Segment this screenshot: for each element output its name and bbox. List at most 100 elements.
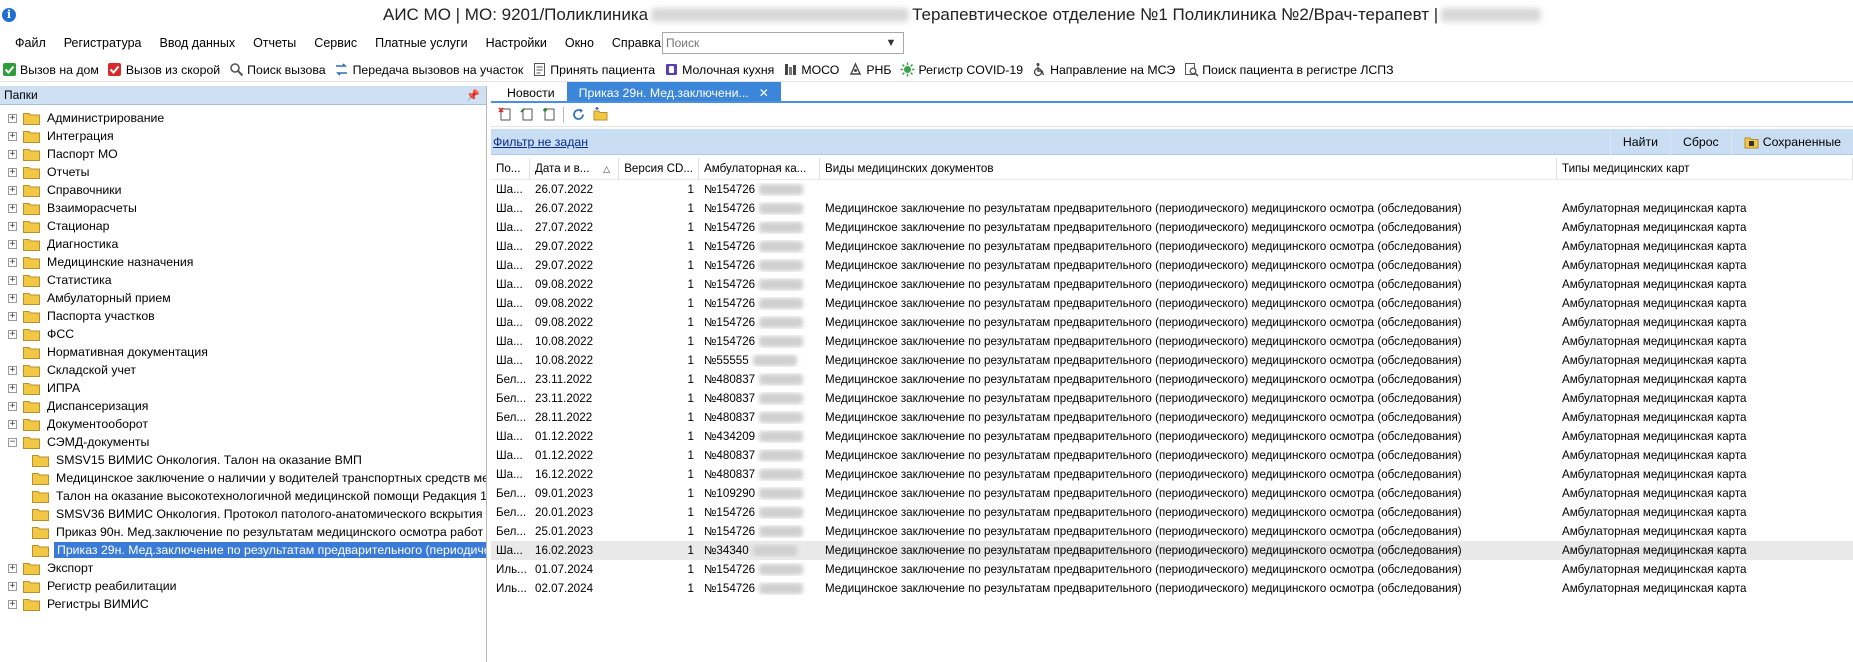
export-folder-icon[interactable] <box>592 107 608 123</box>
tree-item[interactable]: + Регистры ВИМИС <box>0 595 486 613</box>
tree-item[interactable]: + Регистр реабилитации <box>0 577 486 595</box>
tree-item[interactable]: + Статистика <box>0 271 486 289</box>
expand-icon[interactable]: + <box>8 365 17 375</box>
menu-service[interactable]: Сервис <box>305 36 366 50</box>
table-row[interactable]: Ша... 16.02.2023 1 №34340 Медицинское заключ… <box>491 541 1853 560</box>
column-header-version[interactable]: Версия CD... <box>619 157 699 180</box>
expand-icon[interactable]: + <box>8 203 17 213</box>
add-document-icon[interactable] <box>541 107 557 123</box>
tree-item[interactable]: SMSV15 ВИМИС Онкология. Талон на оказани… <box>0 451 486 469</box>
saved-filters-button[interactable]: Сохраненные <box>1730 129 1853 155</box>
tree-item[interactable]: Приказ 29н. Мед.заключение по результата… <box>0 541 486 559</box>
table-row[interactable]: Иль... 01.07.2024 1 №154726 Медицинское закл… <box>491 560 1853 579</box>
close-icon[interactable]: ✕ <box>759 86 769 100</box>
tree-item[interactable]: − СЭМД-документы <box>0 433 486 451</box>
tree-item[interactable]: + ФСС <box>0 325 486 343</box>
expand-icon[interactable]: + <box>8 185 17 195</box>
table-row[interactable]: Ша... 29.07.2022 1 №154726 Медицинское заклю… <box>491 256 1853 275</box>
table-row[interactable]: Ша... 16.12.2022 1 №480837 Медицинское заклю… <box>491 465 1853 484</box>
table-row[interactable]: Ша... 27.07.2022 1 №154726 Медицинское заклю… <box>491 218 1853 237</box>
tree-item[interactable]: + Диагностика <box>0 235 486 253</box>
tree-item[interactable]: + Складской учет <box>0 361 486 379</box>
search-input[interactable] <box>663 34 881 52</box>
rnb-button[interactable]: РНБ <box>847 62 891 78</box>
tree-item[interactable]: + Интеграция <box>0 127 486 145</box>
menu-reports[interactable]: Отчеты <box>244 36 305 50</box>
search-call-button[interactable]: Поиск вызова <box>228 62 326 78</box>
expand-icon[interactable]: + <box>8 329 17 339</box>
search-combobox[interactable]: ▼ <box>662 32 904 54</box>
table-row[interactable]: Ша... 09.08.2022 1 №154726 Медицинское заклю… <box>491 313 1853 332</box>
expand-icon[interactable]: + <box>8 221 17 231</box>
table-row[interactable]: Ша... 10.08.2022 1 №154726 Медицинское заклю… <box>491 332 1853 351</box>
expand-icon[interactable]: + <box>8 581 17 591</box>
chevron-down-icon[interactable]: ▼ <box>881 37 901 49</box>
table-row[interactable]: Бел... 09.01.2023 1 №109290 Медицинское закл… <box>491 484 1853 503</box>
table-row[interactable]: Ша... 26.07.2022 1 №154726 Медицинское заклю… <box>491 199 1853 218</box>
covid-registry-button[interactable]: Регистр COVID-19 <box>899 62 1023 78</box>
tree-item[interactable]: + Документооборот <box>0 415 486 433</box>
expand-icon[interactable]: + <box>8 275 17 285</box>
filter-link[interactable]: Фильтр не задан <box>493 135 588 149</box>
moso-button[interactable]: МОСО <box>782 62 839 78</box>
tab-order-29n[interactable]: Приказ 29н. Мед.заключени... ✕ <box>566 82 781 101</box>
expand-icon[interactable]: + <box>8 599 17 609</box>
column-header-date[interactable]: Дата и в... △ <box>530 157 619 180</box>
tree-item[interactable]: + Амбулаторный прием <box>0 289 486 307</box>
tree-item[interactable]: Медицинское заключение о наличии у водит… <box>0 469 486 487</box>
expand-icon[interactable]: + <box>8 383 17 393</box>
tree-item[interactable]: SMSV36 ВИМИС Онкология. Протокол патолог… <box>0 505 486 523</box>
column-header-po[interactable]: По... <box>491 157 530 180</box>
menu-paid-services[interactable]: Платные услуги <box>366 36 476 50</box>
delete-document-icon[interactable] <box>497 107 513 123</box>
expand-icon[interactable]: + <box>8 563 17 573</box>
expand-icon[interactable]: + <box>8 239 17 249</box>
expand-icon[interactable]: + <box>8 401 17 411</box>
expand-icon[interactable]: + <box>8 167 17 177</box>
table-row[interactable]: Бел... 20.01.2023 1 №154726 Медицинское закл… <box>491 503 1853 522</box>
tree-item[interactable]: + Диспансеризация <box>0 397 486 415</box>
tree-item[interactable]: + Паспорта участков <box>0 307 486 325</box>
table-row[interactable]: Иль... 02.07.2024 1 №154726 Медицинское закл… <box>491 579 1853 598</box>
reset-button[interactable]: Сброс <box>1669 129 1731 155</box>
menu-data-entry[interactable]: Ввод данных <box>151 36 245 50</box>
expand-icon[interactable]: + <box>8 149 17 159</box>
tree-item[interactable]: + Справочники <box>0 181 486 199</box>
expand-icon[interactable]: + <box>8 131 17 141</box>
table-row[interactable]: Бел... 23.11.2022 1 №480837 Медицинское закл… <box>491 370 1853 389</box>
home-call-button[interactable]: Вызов на дом <box>1 62 99 78</box>
tree-item[interactable]: + Паспорт МО <box>0 145 486 163</box>
find-button[interactable]: Найти <box>1609 129 1670 155</box>
tree-item[interactable]: + ИПРА <box>0 379 486 397</box>
lspz-search-button[interactable]: Поиск пациента в регистре ЛСПЗ <box>1183 62 1394 78</box>
tree-item[interactable]: + Медицинские назначения <box>0 253 486 271</box>
expand-icon[interactable]: + <box>8 257 17 267</box>
menu-help[interactable]: Справка <box>603 36 670 50</box>
refresh-icon[interactable] <box>570 107 586 123</box>
table-row[interactable]: Ша... 09.08.2022 1 №154726 Медицинское заклю… <box>491 275 1853 294</box>
tree-item[interactable]: + Администрирование <box>0 109 486 127</box>
menu-window[interactable]: Окно <box>556 36 603 50</box>
column-header-card[interactable]: Амбулаторная ка... <box>699 157 820 180</box>
table-row[interactable]: Ша... 29.07.2022 1 №154726 Медицинское заклю… <box>491 237 1853 256</box>
tree-item[interactable]: Талон на оказание высокотехнологичной ме… <box>0 487 486 505</box>
tree-item[interactable]: + Взаиморасчеты <box>0 199 486 217</box>
accept-patient-button[interactable]: Принять пациента <box>531 62 655 78</box>
table-row[interactable]: Ша... 26.07.2022 1 №154726 <box>491 180 1853 199</box>
table-row[interactable]: Ша... 01.12.2022 1 №434209 Медицинское заклю… <box>491 427 1853 446</box>
collapse-icon[interactable]: − <box>8 437 17 447</box>
column-header-card-types[interactable]: Типы медицинских карт <box>1557 157 1853 180</box>
table-row[interactable]: Бел... 23.11.2022 1 №480837 Медицинское закл… <box>491 389 1853 408</box>
ambulance-call-button[interactable]: Вызов из скорой <box>107 62 220 78</box>
table-row[interactable]: Ша... 09.08.2022 1 №154726 Медицинское заклю… <box>491 294 1853 313</box>
table-row[interactable]: Ша... 01.12.2022 1 №480837 Медицинское заклю… <box>491 446 1853 465</box>
table-row[interactable]: Бел... 28.11.2022 1 №480837 Медицинское закл… <box>491 408 1853 427</box>
expand-icon[interactable]: + <box>8 311 17 321</box>
menu-file[interactable]: Файл <box>6 36 55 50</box>
tree-item[interactable]: Нормативная документация <box>0 343 486 361</box>
expand-icon[interactable]: + <box>8 293 17 303</box>
menu-settings[interactable]: Настройки <box>477 36 556 50</box>
expand-icon[interactable]: + <box>8 113 17 123</box>
tree-item[interactable]: + Экспорт <box>0 559 486 577</box>
tab-news[interactable]: Новости <box>495 82 567 101</box>
